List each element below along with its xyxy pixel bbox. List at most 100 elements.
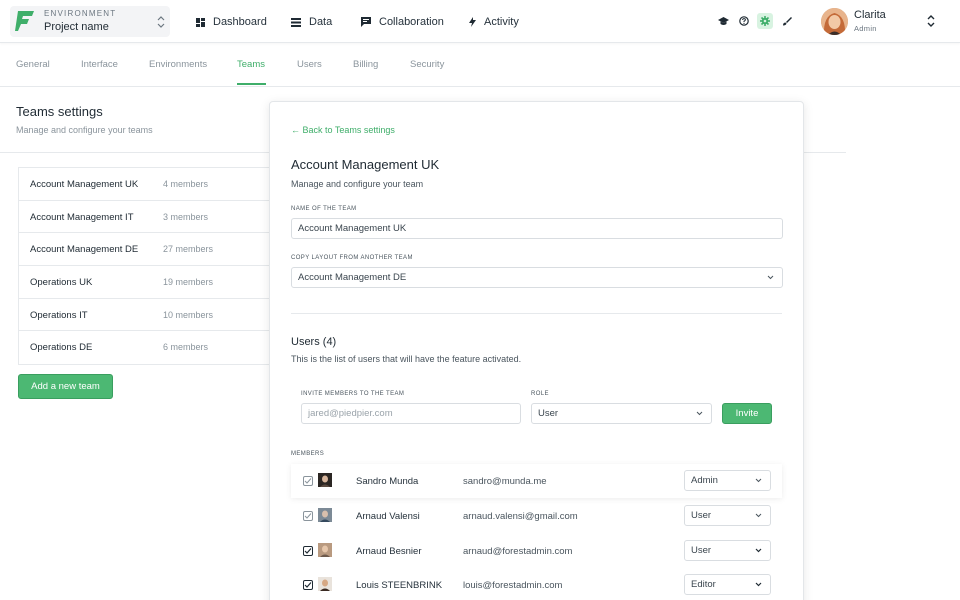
team-row[interactable]: Operations IT 10 members [19,299,278,332]
team-name: Operations IT [30,309,88,321]
team-row[interactable]: Account Management DE 27 members [19,233,278,267]
member-email: arnaud@forestadmin.com [463,546,573,557]
team-subtitle: Manage and configure your team [291,179,424,189]
tab-billing[interactable]: Billing [353,59,378,70]
invite-button[interactable]: Invite [722,403,772,424]
member-avatar [318,543,332,557]
member-checkbox[interactable] [303,476,313,486]
dashboard-icon [196,17,205,27]
member-row: Louis STEENBRINK louis@forestadmin.com E… [291,568,782,600]
team-member-count: 27 members [163,244,214,255]
member-name: Arnaud Besnier [356,546,422,557]
settings-tabs: General Interface Environments Teams Use… [0,43,960,87]
member-role-value: Editor [691,579,716,590]
page-title: Teams settings [16,104,103,119]
member-row: Arnaud Valensi arnaud.valensi@gmail.com … [291,499,782,533]
environment-selector[interactable]: ENVIRONMENT Project name [10,6,170,37]
member-role-select[interactable]: Admin [684,470,771,491]
gear-icon [760,16,770,26]
member-row: Sandro Munda sandro@munda.me Admin [291,464,782,498]
team-name-value: Account Management UK [298,223,407,234]
team-row[interactable]: Account Management UK 4 members [19,168,278,201]
team-member-count: 3 members [163,211,209,222]
tab-users[interactable]: Users [297,59,322,70]
nav-activity-label: Activity [484,16,519,28]
environment-value: Project name [44,21,109,33]
tab-general[interactable]: General [16,59,50,70]
team-detail-panel: ← Back to Teams settings Account Managem… [269,101,804,600]
tab-teams[interactable]: Teams [237,59,265,70]
nav-collaboration-label: Collaboration [379,16,444,28]
chevron-updown-icon [157,16,165,28]
team-member-count: 4 members [163,179,209,189]
avatar-photo-icon [318,543,332,557]
member-avatar [318,508,332,522]
invite-role-select[interactable]: User [531,403,712,424]
settings-button[interactable] [757,13,773,29]
chevron-down-icon [767,275,774,280]
team-member-count: 19 members [163,277,214,288]
member-role-select[interactable]: User [684,505,771,526]
brush-icon [783,17,792,26]
tab-security[interactable]: Security [410,59,444,70]
nav-dashboard-label: Dashboard [213,16,267,28]
academy-button[interactable] [715,13,731,29]
tab-interface[interactable]: Interface [81,59,118,70]
team-row[interactable]: Operations UK 19 members [19,266,278,299]
invite-label: INVITE MEMBERS TO THE TEAM [301,391,405,397]
chevron-updown-icon[interactable] [926,13,936,29]
check-icon [304,582,312,588]
team-row[interactable]: Operations DE 6 members [19,331,278,364]
nav-data[interactable]: Data [291,14,332,30]
data-icon [291,17,301,27]
role-label: ROLE [531,391,549,397]
member-role-select[interactable]: User [684,540,771,561]
team-member-count: 6 members [163,342,209,353]
chevron-down-icon [755,582,762,587]
users-section-title: Users (4) [291,336,337,348]
invite-email-placeholder: jared@piedpier.com [308,408,393,419]
add-team-button[interactable]: Add a new team [18,374,113,399]
tab-environments[interactable]: Environments [149,59,207,70]
copy-layout-select[interactable]: Account Management DE [291,267,783,288]
chevron-down-icon [755,548,762,553]
invite-email-input[interactable]: jared@piedpier.com [301,403,521,424]
nav-activity[interactable]: Activity [469,14,519,30]
team-name: Account Management UK [30,179,139,190]
avatar[interactable] [821,8,848,35]
team-name-input[interactable]: Account Management UK [291,218,783,239]
member-checkbox[interactable] [303,580,313,590]
team-name: Operations UK [30,277,93,289]
avatar-photo-icon [318,577,332,591]
chevron-down-icon [696,411,703,416]
team-title: Account Management UK [291,157,440,172]
chat-icon [361,17,371,27]
help-icon [739,16,749,26]
member-avatar [318,577,332,591]
help-button[interactable] [736,13,752,29]
divider [291,313,782,314]
nav-data-label: Data [309,16,333,28]
member-checkbox[interactable] [303,546,313,556]
team-row[interactable]: Account Management IT 3 members [19,201,278,234]
copy-layout-value: Account Management DE [298,272,407,283]
back-link[interactable]: ← Back to Teams settings [291,125,395,135]
member-email: sandro@munda.me [463,476,547,487]
page-subtitle: Manage and configure your teams [16,125,153,135]
nav-collaboration[interactable]: Collaboration [361,14,444,30]
member-checkbox[interactable] [303,511,313,521]
edit-layout-button[interactable] [779,13,795,29]
top-bar: ENVIRONMENT Project name Dashboard Data … [0,0,960,43]
avatar-photo-icon [318,508,332,522]
nav-dashboard[interactable]: Dashboard [196,14,267,30]
forest-logo-icon [15,11,34,31]
lightning-icon [469,17,476,27]
chevron-down-icon [755,513,762,518]
member-name: Louis STEENBRINK [356,580,443,591]
active-tab-indicator [237,83,266,85]
member-role-value: User [691,510,712,521]
check-icon [304,513,312,519]
check-icon [304,478,312,484]
check-icon [304,548,312,554]
member-role-select[interactable]: Editor [684,574,771,595]
